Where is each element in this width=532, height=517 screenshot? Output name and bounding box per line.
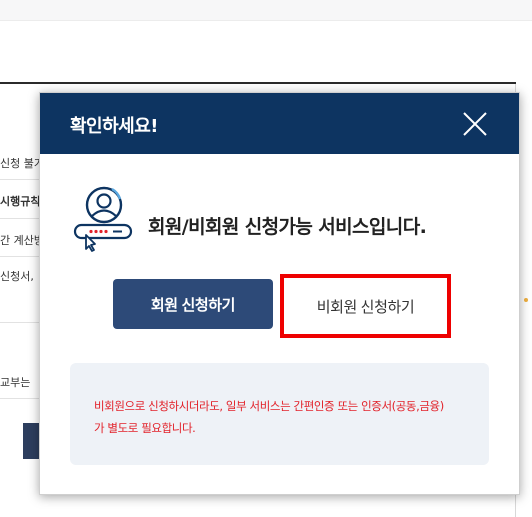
user-password-icon (73, 186, 133, 252)
notice-box: 비회원으로 신청하시더라도, 일부 서비스는 간편인증 또는 인증서(공동,금융… (70, 363, 489, 465)
bg-row-text: 신청서, (0, 270, 34, 283)
top-bar (0, 0, 532, 21)
highlight-box: 비회원 신청하기 (280, 274, 451, 338)
notice-line: 가 별도로 필요합니다. (94, 421, 196, 435)
bg-row-text: 신청 불가 (0, 157, 40, 170)
confirm-modal: 확인하세요! 회원/비회원 신청가능 서비스입니다. 회원 신청하기 비회원 신… (39, 92, 520, 495)
bg-row-text: 교부는 (0, 376, 31, 389)
notice-text: 비회원으로 신청하시더라도, 일부 서비스는 간편인증 또는 인증서(공동,금융… (94, 395, 474, 439)
bg-row-text: 간 계산방 (0, 234, 40, 247)
nonmember-apply-button[interactable]: 비회원 신청하기 (295, 285, 436, 327)
notice-line: 비회원으로 신청하시더라도, 일부 서비스는 간편인증 또는 인증서(공동,금융… (94, 399, 444, 413)
close-button[interactable] (460, 109, 490, 139)
modal-title: 확인하세요! (70, 116, 159, 137)
bg-dot (524, 298, 528, 302)
service-message: 회원/비회원 신청가능 서비스입니다. (148, 216, 427, 238)
close-icon (463, 112, 487, 136)
bg-row-text: 시행규칙 (0, 195, 40, 208)
content-top-rule (0, 82, 516, 84)
modal-header: 확인하세요! (40, 93, 519, 154)
member-apply-button[interactable]: 회원 신청하기 (113, 279, 273, 329)
